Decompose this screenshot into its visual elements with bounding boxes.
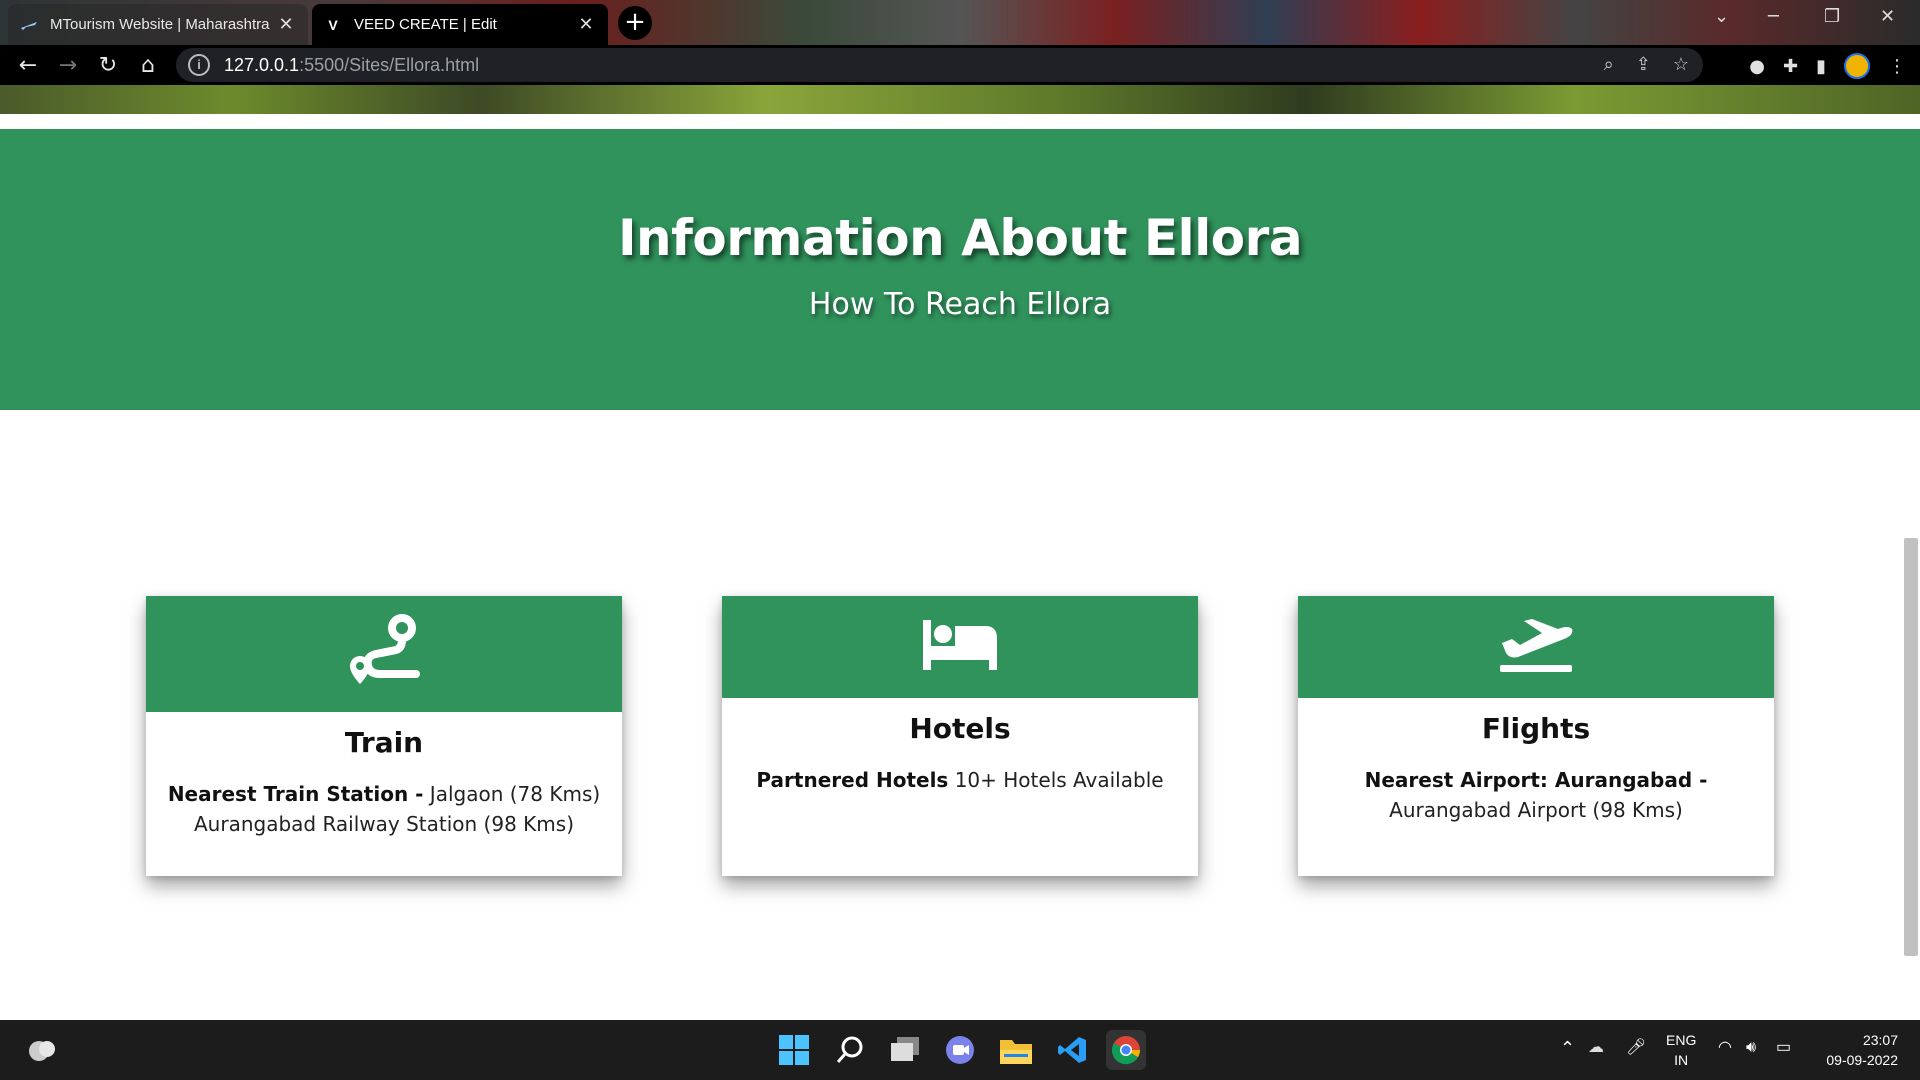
page-title: Information About Ellora xyxy=(617,209,1303,267)
minimize-icon[interactable]: ─ xyxy=(1768,6,1779,27)
plane-departure-icon xyxy=(1498,617,1574,677)
card-title: Train xyxy=(344,726,424,759)
taskbar: ⌃ ☁ 🎤︎ ENG IN ◠ 🔊︎ ▭ 23:07 09-09-2022 xyxy=(0,1020,1920,1080)
extensions-puzzle-icon[interactable]: ✚ xyxy=(1783,56,1798,77)
close-tab-icon[interactable]: ✕ xyxy=(276,14,296,35)
tab-title: MTourism Website | Maharashtra xyxy=(50,16,270,33)
back-icon[interactable]: ← xyxy=(8,45,48,85)
search-icon[interactable] xyxy=(830,1030,870,1070)
tab-title: VEED CREATE | Edit xyxy=(354,16,497,33)
weather-icon[interactable] xyxy=(22,1030,62,1070)
browser-tab-bar: MTourism Website | Maharashtra ✕ V VEED … xyxy=(0,0,1920,45)
reload-icon[interactable]: ↻ xyxy=(88,45,128,85)
clock[interactable]: 23:07 09-09-2022 xyxy=(1818,1030,1898,1070)
browser-tab-veed[interactable]: V VEED CREATE | Edit ✕ xyxy=(312,4,608,45)
card-header xyxy=(1298,596,1774,698)
avatar[interactable] xyxy=(1844,53,1870,79)
chrome-icon[interactable] xyxy=(1106,1030,1146,1070)
home-icon[interactable]: ⌂ xyxy=(128,45,168,85)
card-flights: Flights Nearest Airport: Aurangabad - Au… xyxy=(1298,596,1774,876)
card-value: 10+ Hotels Available xyxy=(948,768,1164,792)
menu-dots-icon[interactable]: ⋮ xyxy=(1888,56,1906,77)
card-hotels: Hotels Partnered Hotels 10+ Hotels Avail… xyxy=(722,596,1198,876)
card-text: Partnered Hotels 10+ Hotels Available xyxy=(740,765,1180,795)
card-header xyxy=(146,596,622,712)
forward-icon[interactable]: → xyxy=(48,45,88,85)
bed-icon xyxy=(923,620,997,674)
zoom-icon[interactable]: ⌕ xyxy=(1604,54,1614,75)
url-path: :5500/Sites/Ellora.html xyxy=(299,54,480,75)
time: 23:07 xyxy=(1862,1032,1898,1048)
onedrive-icon[interactable]: ☁ xyxy=(1588,1038,1604,1058)
language-indicator[interactable]: ENG IN xyxy=(1666,1030,1696,1070)
bookmark-star-icon[interactable]: ☆ xyxy=(1673,54,1689,75)
chevron-down-icon[interactable]: ⌄ xyxy=(1714,6,1729,27)
url-host: 127.0.0.1 xyxy=(224,54,300,75)
route-icon xyxy=(346,614,422,694)
teams-chat-icon[interactable] xyxy=(940,1030,980,1070)
close-window-icon[interactable]: ✕ xyxy=(1880,6,1895,27)
site-info-icon[interactable]: i xyxy=(188,54,210,76)
browser-tab-mtourism[interactable]: MTourism Website | Maharashtra ✕ xyxy=(8,4,308,45)
windows-start-icon[interactable] xyxy=(774,1030,814,1070)
hero-image-strip xyxy=(0,85,1920,114)
card-title: Flights xyxy=(1481,712,1591,745)
browser-toolbar: ← → ↻ ⌂ i 127.0.0.1:5500/Sites/Ellora.ht… xyxy=(0,45,1920,85)
page-subtitle: How To Reach Ellora xyxy=(808,287,1112,322)
volume-icon[interactable]: 🔊︎ xyxy=(1746,1038,1756,1058)
task-view-icon[interactable] xyxy=(886,1030,926,1070)
info-band: Information About Ellora How To Reach El… xyxy=(0,129,1920,410)
card-title: Hotels xyxy=(909,712,1011,745)
card-text: Nearest Train Station - Jalgaon (78 Kms)… xyxy=(164,779,604,839)
lang-secondary: IN xyxy=(1674,1052,1689,1068)
card-label: Partnered Hotels xyxy=(756,768,949,792)
address-bar[interactable]: i 127.0.0.1:5500/Sites/Ellora.html ⌕ ⇪ ☆ xyxy=(176,48,1703,82)
restore-icon[interactable]: ❐ xyxy=(1824,6,1840,27)
microphone-icon[interactable]: 🎤︎ xyxy=(1626,1038,1646,1058)
extension-circle-icon[interactable]: ● xyxy=(1749,56,1765,77)
file-explorer-icon[interactable] xyxy=(996,1030,1036,1070)
new-tab-button[interactable]: + xyxy=(618,6,652,40)
vscode-icon[interactable] xyxy=(1052,1030,1092,1070)
share-icon[interactable]: ⇪ xyxy=(1636,54,1651,75)
plane-favicon-icon xyxy=(20,16,38,34)
card-value: Aurangabad Airport (98 Kms) xyxy=(1389,798,1683,822)
date: 09-09-2022 xyxy=(1826,1052,1898,1068)
page-scrollbar[interactable] xyxy=(1904,538,1918,956)
card-label: Nearest Airport: Aurangabad - xyxy=(1364,768,1708,792)
tray-overflow-chevron-icon[interactable]: ⌃ xyxy=(1560,1038,1575,1058)
side-panel-icon[interactable]: ▮ xyxy=(1816,56,1826,77)
veed-favicon-icon: V xyxy=(328,16,338,33)
lang-primary: ENG xyxy=(1666,1032,1697,1048)
close-tab-icon[interactable]: ✕ xyxy=(576,14,596,35)
card-header xyxy=(722,596,1198,698)
wifi-icon[interactable]: ◠ xyxy=(1718,1038,1732,1058)
card-label: Nearest Train Station - xyxy=(167,782,424,806)
battery-icon[interactable]: ▭ xyxy=(1776,1038,1791,1058)
card-train: Train Nearest Train Station - Jalgaon (7… xyxy=(146,596,622,876)
card-text: Nearest Airport: Aurangabad - Aurangabad… xyxy=(1316,765,1756,825)
